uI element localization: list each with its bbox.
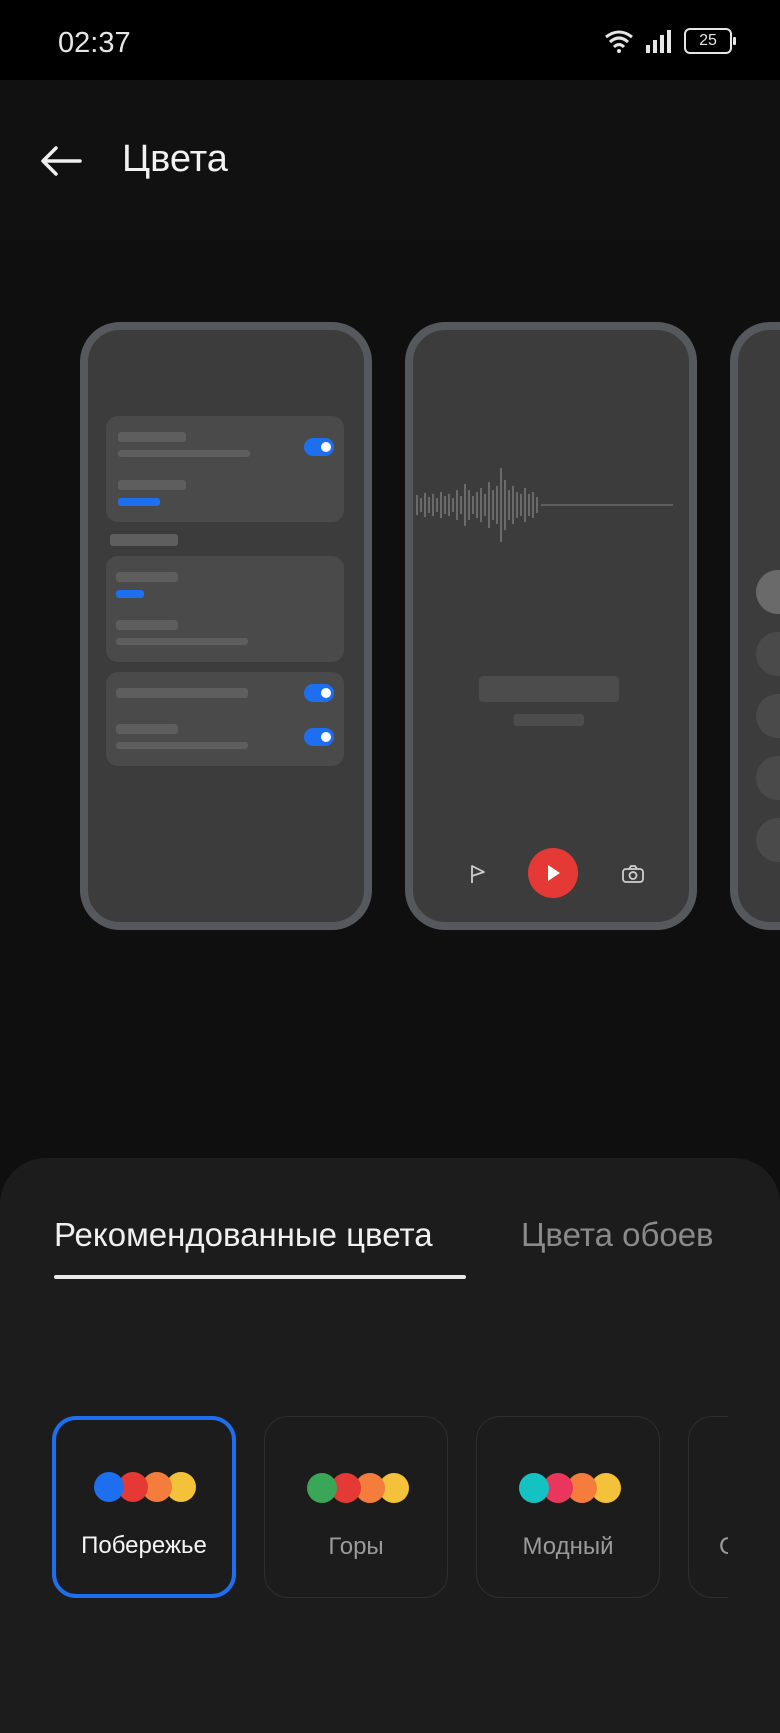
back-arrow-icon[interactable] bbox=[36, 136, 86, 186]
preview-toggle bbox=[304, 684, 334, 702]
play-button bbox=[528, 848, 578, 898]
theme-card-mountains[interactable]: Горы bbox=[264, 1416, 448, 1598]
theme-card-coast[interactable]: Побережье bbox=[52, 1416, 236, 1598]
theme-label: Побережье bbox=[81, 1532, 207, 1559]
palette-dots bbox=[307, 1473, 417, 1505]
flag-icon bbox=[471, 865, 485, 883]
battery-icon: 25 bbox=[684, 28, 736, 54]
tab-recommended-colors[interactable]: Рекомендованные цвета bbox=[54, 1216, 433, 1254]
app-header: Цвета bbox=[0, 80, 780, 240]
theme-label: Модный bbox=[522, 1533, 614, 1560]
theme-label: С bbox=[719, 1533, 728, 1560]
preview-card bbox=[106, 556, 344, 662]
status-time: 02:37 bbox=[58, 27, 131, 59]
tab-wallpaper-colors[interactable]: Цвета обоев bbox=[521, 1216, 714, 1254]
waveform bbox=[416, 468, 673, 542]
status-bar: 02:37 25 bbox=[0, 0, 780, 80]
palette-dots bbox=[519, 1473, 629, 1505]
preview-toggle bbox=[304, 438, 334, 456]
preview-carousel[interactable] bbox=[0, 240, 780, 1150]
active-tab-indicator bbox=[54, 1275, 466, 1279]
page-title: Цвета bbox=[122, 138, 228, 180]
preview-toggle bbox=[304, 728, 334, 746]
preview-settings[interactable] bbox=[80, 322, 372, 930]
signal-icon bbox=[646, 30, 671, 53]
preview-card bbox=[106, 672, 344, 766]
theme-card-partial[interactable]: С bbox=[688, 1416, 728, 1598]
preview-card bbox=[106, 416, 344, 522]
theme-label: Горы bbox=[328, 1533, 384, 1560]
camera-icon bbox=[622, 865, 644, 883]
theme-card-trendy[interactable]: Модный bbox=[476, 1416, 660, 1598]
play-icon bbox=[548, 865, 560, 881]
preview-dialer[interactable] bbox=[730, 322, 780, 930]
status-icons: 25 bbox=[604, 28, 736, 54]
palette-dots bbox=[94, 1472, 204, 1504]
theme-list[interactable]: Побережье Горы Модный С bbox=[52, 1416, 728, 1602]
wifi-icon bbox=[605, 30, 633, 53]
color-picker-sheet: Рекомендованные цвета Цвета обоев Побере… bbox=[0, 1158, 780, 1733]
preview-recorder[interactable] bbox=[405, 322, 697, 930]
